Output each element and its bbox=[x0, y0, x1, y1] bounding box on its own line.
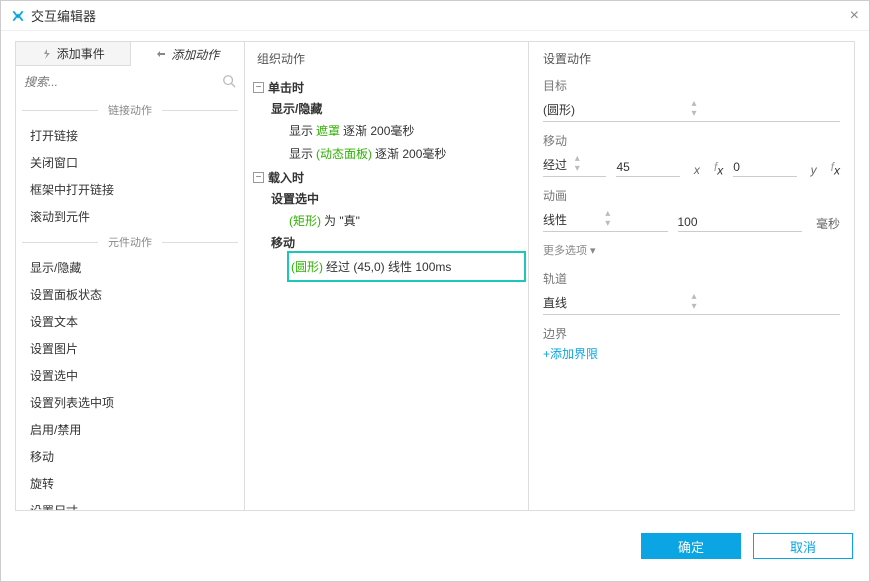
action-node-showhide[interactable]: 显示/隐藏 bbox=[271, 98, 520, 119]
action-leaf[interactable]: 显示 遮罩 逐渐 200毫秒 bbox=[271, 119, 520, 142]
fx-icon[interactable]: fx bbox=[831, 160, 840, 177]
ok-button[interactable]: 确定 bbox=[641, 533, 741, 559]
action-item[interactable]: 设置面板状态 bbox=[16, 281, 244, 308]
organize-header: 组织动作 bbox=[245, 42, 528, 75]
action-leaf[interactable]: (矩形) 为 "真" bbox=[271, 209, 520, 232]
footer: 确定 取消 bbox=[1, 521, 869, 571]
bolt-icon bbox=[41, 48, 53, 60]
action-item[interactable]: 移动 bbox=[16, 443, 244, 470]
move-type-dropdown[interactable]: 经过 ▴▾ bbox=[543, 152, 606, 177]
field-move: 移动 经过 ▴▾ x fx y fx bbox=[543, 132, 840, 177]
field-animate: 动画 线性 ▴▾ 毫秒 bbox=[543, 187, 840, 232]
cancel-button[interactable]: 取消 bbox=[753, 533, 853, 559]
left-panel: 添加事件 添加动作 链接动作 打开链接 关闭窗口 框架中打开链接 滚动到元件 元… bbox=[15, 41, 245, 511]
track-dropdown[interactable]: 直线 ▴▾ bbox=[543, 290, 840, 315]
event-node-load[interactable]: −载入时 设置选中 (矩形) 为 "真" 移动 (圆形) 经过 (45,0) 线… bbox=[253, 167, 520, 282]
group-widget-actions: 元件动作 bbox=[22, 234, 238, 250]
right-panel: 设置动作 目标 (圆形) ▴▾ 移动 经过 ▴▾ x bbox=[528, 41, 855, 511]
stepper-icon: ▴▾ bbox=[692, 99, 841, 119]
settings-header: 设置动作 bbox=[543, 50, 840, 67]
action-node-move[interactable]: 移动 bbox=[271, 232, 520, 253]
add-bounds-link[interactable]: +添加界限 bbox=[543, 345, 840, 362]
field-bounds: 边界 +添加界限 bbox=[543, 325, 840, 362]
collapse-icon[interactable]: − bbox=[253, 82, 264, 93]
main-area: 添加事件 添加动作 链接动作 打开链接 关闭窗口 框架中打开链接 滚动到元件 元… bbox=[1, 31, 869, 521]
app-logo-icon bbox=[11, 9, 25, 23]
close-icon[interactable]: × bbox=[850, 7, 859, 25]
field-target: 目标 (圆形) ▴▾ bbox=[543, 77, 840, 122]
action-item[interactable]: 打开链接 bbox=[16, 122, 244, 149]
field-track: 轨道 直线 ▴▾ bbox=[543, 270, 840, 315]
stepper-icon: ▴▾ bbox=[692, 292, 841, 312]
action-item[interactable]: 设置图片 bbox=[16, 335, 244, 362]
collapse-icon[interactable]: − bbox=[253, 172, 264, 183]
easing-dropdown[interactable]: 线性 ▴▾ bbox=[543, 207, 668, 232]
stepper-icon: ▴▾ bbox=[575, 154, 607, 174]
action-item[interactable]: 滚动到元件 bbox=[16, 203, 244, 230]
tab-add-action[interactable]: 添加动作 bbox=[131, 42, 245, 66]
action-node-setselected[interactable]: 设置选中 bbox=[271, 188, 520, 209]
target-dropdown[interactable]: (圆形) ▴▾ bbox=[543, 97, 840, 122]
action-icon bbox=[155, 48, 167, 60]
search-icon[interactable] bbox=[222, 74, 236, 91]
action-item[interactable]: 设置列表选中项 bbox=[16, 389, 244, 416]
action-leaf[interactable]: 显示 (动态面板) 逐渐 200毫秒 bbox=[271, 142, 520, 165]
move-x-input[interactable] bbox=[616, 158, 679, 177]
fx-icon[interactable]: fx bbox=[714, 160, 723, 177]
search-wrap bbox=[16, 66, 244, 98]
action-item[interactable]: 设置选中 bbox=[16, 362, 244, 389]
group-link-actions: 链接动作 bbox=[22, 102, 238, 118]
middle-panel: 组织动作 −单击时 显示/隐藏 显示 遮罩 逐渐 200毫秒 显示 (动态面板)… bbox=[244, 41, 529, 511]
action-item[interactable]: 显示/隐藏 bbox=[16, 254, 244, 281]
left-tabs: 添加事件 添加动作 bbox=[16, 42, 244, 66]
action-item[interactable]: 旋转 bbox=[16, 470, 244, 497]
action-item[interactable]: 设置尺寸 bbox=[16, 497, 244, 510]
action-leaf-selected[interactable]: (圆形) 经过 (45,0) 线性 100ms bbox=[287, 251, 526, 282]
action-tree: −单击时 显示/隐藏 显示 遮罩 逐渐 200毫秒 显示 (动态面板) 逐渐 2… bbox=[245, 77, 528, 282]
action-list: 链接动作 打开链接 关闭窗口 框架中打开链接 滚动到元件 元件动作 显示/隐藏 … bbox=[16, 98, 244, 510]
search-input[interactable] bbox=[24, 71, 222, 93]
tab-add-event[interactable]: 添加事件 bbox=[16, 42, 131, 66]
titlebar: 交互编辑器 × bbox=[1, 1, 869, 31]
stepper-icon: ▴▾ bbox=[605, 209, 667, 229]
event-node-click[interactable]: −单击时 显示/隐藏 显示 遮罩 逐渐 200毫秒 显示 (动态面板) 逐渐 2… bbox=[253, 77, 520, 165]
duration-input[interactable] bbox=[678, 213, 803, 232]
action-item[interactable]: 设置文本 bbox=[16, 308, 244, 335]
more-options-toggle[interactable]: 更多选项 ▾ bbox=[543, 242, 840, 258]
move-y-input[interactable] bbox=[733, 158, 796, 177]
action-item[interactable]: 关闭窗口 bbox=[16, 149, 244, 176]
action-item[interactable]: 框架中打开链接 bbox=[16, 176, 244, 203]
action-item[interactable]: 启用/禁用 bbox=[16, 416, 244, 443]
window-title: 交互编辑器 bbox=[31, 6, 96, 25]
